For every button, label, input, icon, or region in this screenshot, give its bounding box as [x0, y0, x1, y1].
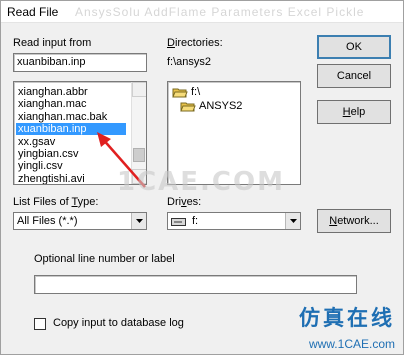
copy-input-label: Copy input to database log: [53, 317, 184, 329]
scroll-up-button[interactable]: [132, 82, 146, 97]
dir-item-root-label: f:\: [191, 86, 201, 98]
file-list-item[interactable]: yingbian.csv: [16, 148, 81, 160]
file-type-dropdown-button[interactable]: [131, 213, 146, 229]
file-type-value: All Files (*.*): [17, 215, 78, 227]
drives-combo[interactable]: f:: [167, 212, 301, 230]
file-list-item[interactable]: xianghan.mac.bak: [16, 111, 109, 123]
background-menu-ghost: AnsysSolu AddFlame Parameters Excel Pick…: [75, 5, 365, 19]
open-folder-icon: [180, 102, 196, 112]
file-list-item[interactable]: xx.gsav: [16, 136, 57, 148]
read-file-dialog: Read File AnsysSolu AddFlame Parameters …: [0, 0, 404, 355]
watermark: 1CAE.COM: [117, 167, 285, 197]
brand-logo-text: 仿真在线: [299, 305, 395, 330]
copy-input-checkbox[interactable]: [34, 318, 46, 330]
current-path: f:\ansys2: [167, 56, 212, 68]
dir-item-ansys2[interactable]: ANSYS2: [180, 99, 242, 113]
file-list-item[interactable]: xianghan.abbr: [16, 86, 90, 98]
file-type-combo[interactable]: All Files (*.*): [13, 212, 147, 230]
dir-item-ansys2-label: ANSYS2: [199, 100, 243, 112]
drives-label: Drives:: [167, 196, 202, 208]
drives-value: f:: [192, 215, 199, 227]
file-list-item[interactable]: zhengtishi.avi: [16, 173, 87, 184]
cancel-button[interactable]: Cancel: [317, 64, 391, 88]
open-folder-icon: [172, 88, 188, 98]
drive-icon: [171, 218, 186, 226]
optional-line-input[interactable]: [34, 275, 357, 294]
chevron-down-icon: [136, 219, 143, 223]
file-type-label: List Files of Type:: [13, 196, 99, 208]
network-button[interactable]: Network...: [317, 209, 391, 233]
brand-logo-url: www.1CAE.com: [308, 337, 395, 351]
dialog-title: Read File: [7, 5, 59, 19]
title-bar: Read File AnsysSolu AddFlame Parameters …: [1, 1, 403, 23]
optional-label: Optional line number or label: [34, 253, 175, 265]
file-list-item[interactable]: yingli.csv: [16, 160, 65, 172]
file-list-item[interactable]: xianghan.mac: [16, 98, 89, 110]
read-input-label: Read input from: [13, 37, 92, 49]
chevron-down-icon: [290, 219, 297, 223]
help-button[interactable]: Help: [317, 100, 391, 124]
directories-label: Directories:: [167, 37, 223, 49]
filename-input[interactable]: xuanbiban.inp: [13, 53, 147, 72]
dir-item-root[interactable]: f:\: [172, 85, 200, 99]
drives-dropdown-button[interactable]: [285, 213, 300, 229]
ok-button[interactable]: OK: [317, 35, 391, 59]
